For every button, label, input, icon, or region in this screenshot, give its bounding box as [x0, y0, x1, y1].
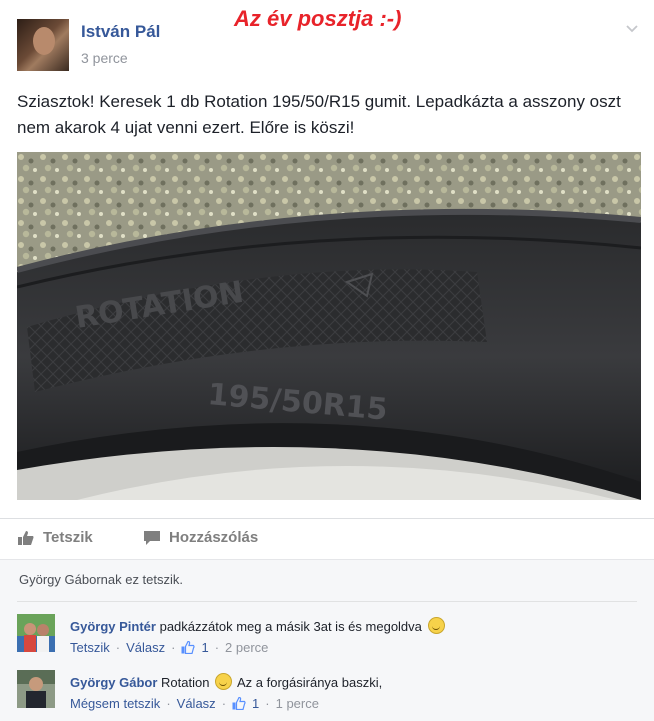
- banner-caption: Az év posztja :-): [234, 6, 402, 31]
- post-text: Sziasztok! Keresek 1 db Rotation 195/50/…: [17, 92, 621, 137]
- like-action[interactable]: Tetszik: [17, 529, 93, 546]
- smiley-emoji-icon: [427, 617, 445, 634]
- author-name[interactable]: István Pál: [81, 22, 160, 42]
- thumbs-up-icon: [181, 641, 196, 654]
- commenter-name[interactable]: György Gábor: [70, 675, 157, 690]
- comment-reply-link[interactable]: Válasz: [177, 696, 216, 711]
- comment-text: György Gábor Rotation Az a forgásiránya …: [70, 673, 382, 690]
- comment-action[interactable]: Hozzászólás: [143, 529, 258, 546]
- comment-label: Hozzászólás: [169, 529, 259, 546]
- comment-timestamp[interactable]: 1 perce: [276, 696, 319, 711]
- post-card: István Pál 3 perce Az év posztja :-) Szi…: [0, 0, 654, 721]
- post-timestamp[interactable]: 3 perce: [81, 50, 128, 66]
- comment-meta: Tetszik · Válasz · 1 · 2 perce: [70, 640, 269, 655]
- post-photo[interactable]: ROTATION 195/50R15: [17, 152, 641, 500]
- comment-avatar[interactable]: [17, 614, 55, 652]
- smiley-emoji-icon: [215, 673, 233, 690]
- chevron-down-icon[interactable]: [625, 22, 639, 36]
- post-actions-bar: Tetszik Hozzászólás: [0, 518, 654, 559]
- commenter-name[interactable]: György Pintér: [70, 619, 156, 634]
- comment-meta: Mégsem tetszik · Válasz · 1 · 1 perce: [70, 696, 319, 711]
- thumbs-up-icon: [232, 697, 246, 710]
- comment-unlike-link[interactable]: Mégsem tetszik: [70, 696, 160, 711]
- comment-timestamp[interactable]: 2 perce: [225, 640, 268, 655]
- comment-icon: [144, 530, 160, 545]
- comment-like-count[interactable]: 1: [252, 696, 259, 711]
- tire-photo-illustration: ROTATION 195/50R15: [17, 152, 641, 500]
- comment-like-count[interactable]: 1: [201, 640, 208, 655]
- comment-message: padkázzátok meg a másik 3at is és megold…: [159, 619, 422, 634]
- author-avatar[interactable]: [17, 19, 69, 71]
- like-label: Tetszik: [43, 529, 93, 546]
- divider: [17, 601, 637, 602]
- comment-like-link[interactable]: Tetszik: [70, 640, 110, 655]
- comment-text: György Pintér padkázzátok meg a másik 3a…: [70, 617, 447, 634]
- thumbs-up-icon: [18, 530, 34, 545]
- comment-message-start: Rotation: [161, 675, 210, 690]
- comment-avatar[interactable]: [17, 670, 55, 708]
- likes-summary[interactable]: György Gábornak ez tetszik.: [19, 572, 183, 587]
- comment-message-end: Az a forgásiránya baszki,: [237, 675, 383, 690]
- comment-reply-link[interactable]: Válasz: [126, 640, 165, 655]
